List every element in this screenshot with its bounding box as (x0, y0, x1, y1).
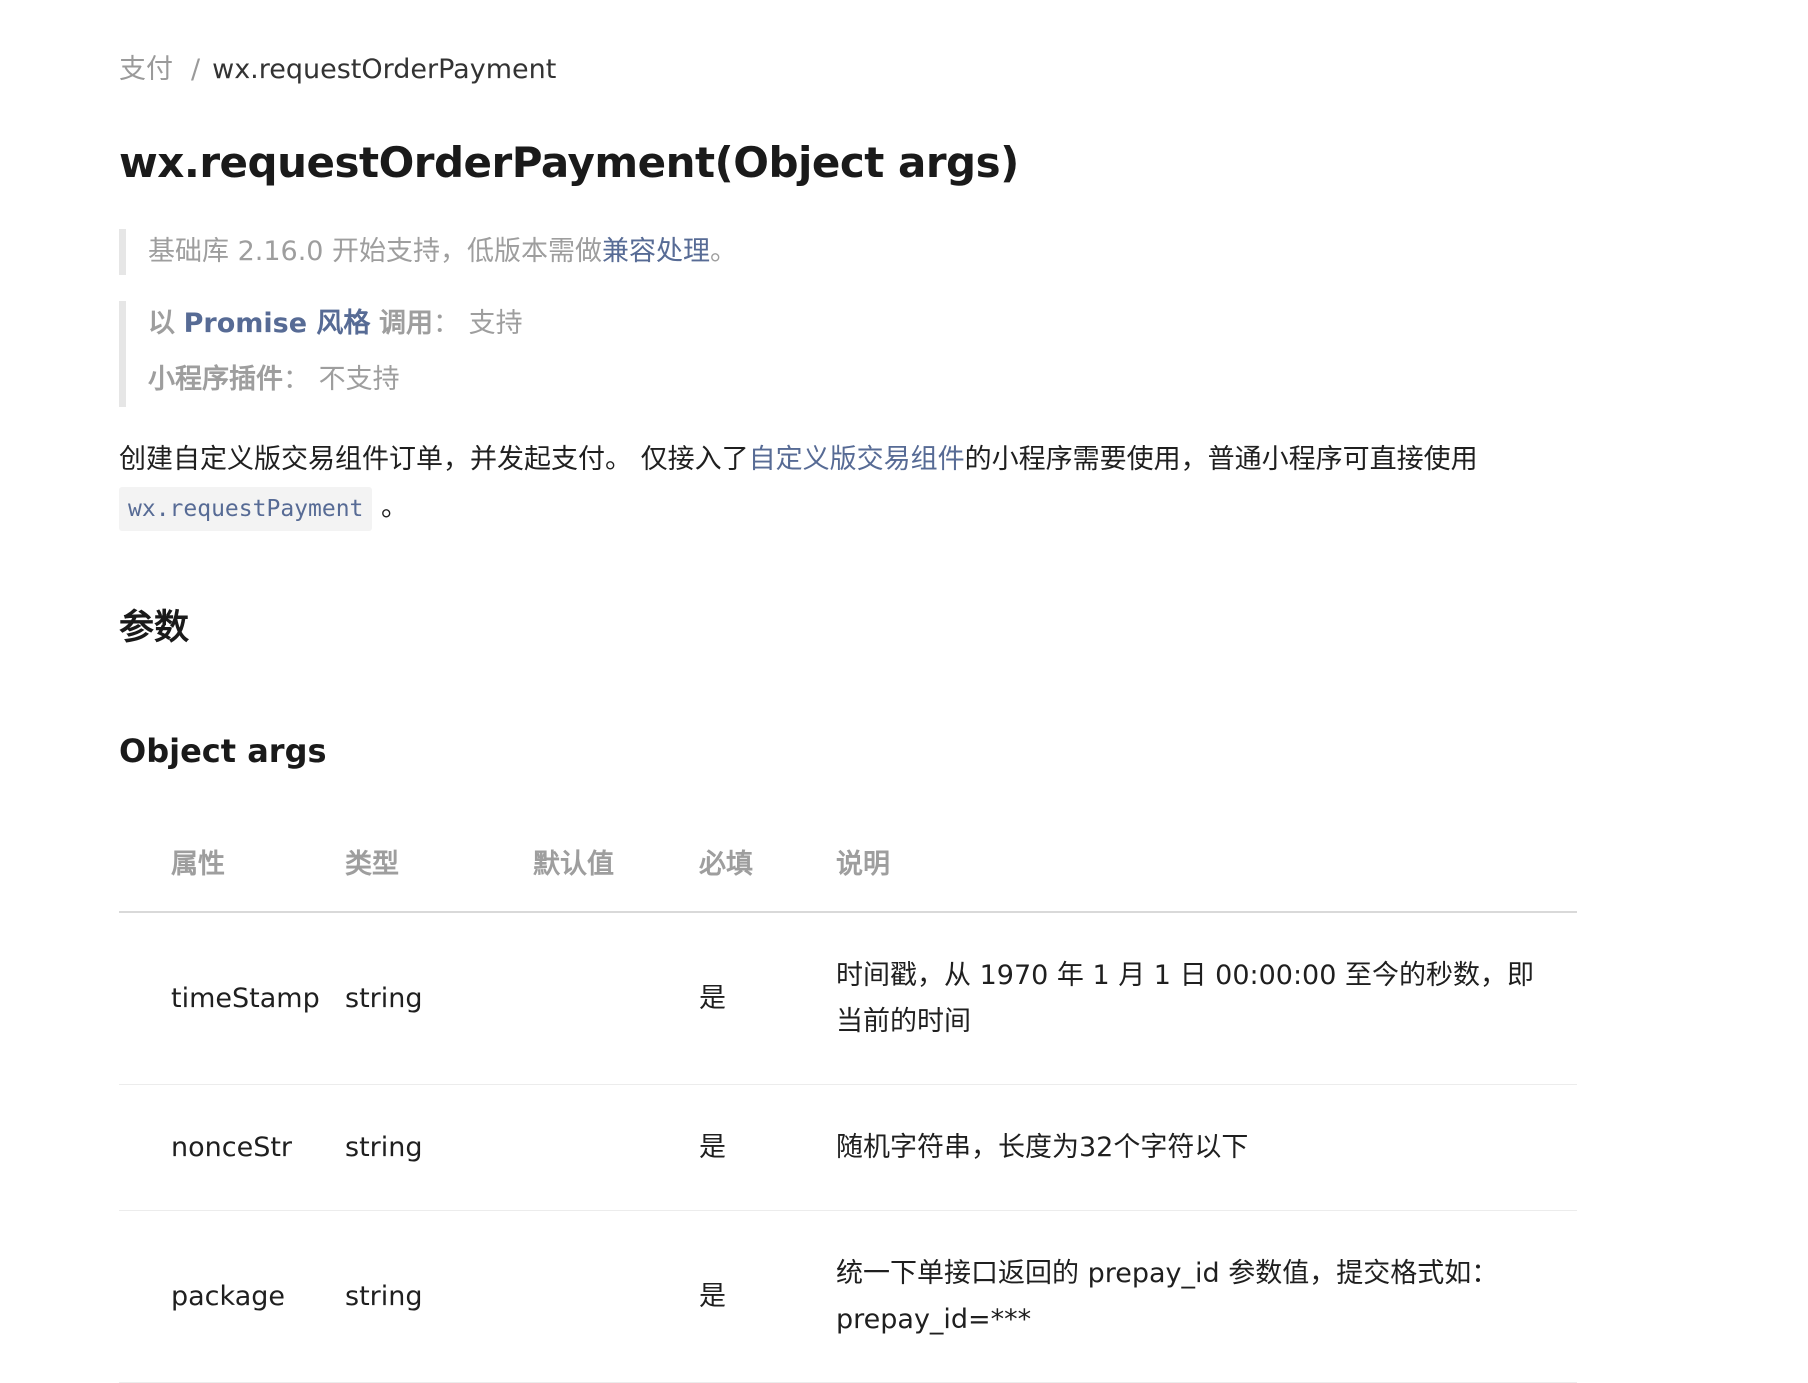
cell-default (533, 1210, 699, 1383)
header-required: 必填 (699, 812, 836, 913)
breadcrumb: 支付 / wx.requestOrderPayment (119, 50, 556, 90)
breadcrumb-link-payment[interactable]: 支付 (119, 54, 173, 85)
promise-support-line: 以 Promise 风格 调用： 支持 (148, 301, 523, 357)
page-title: wx.requestOrderPayment(Object args) (119, 138, 1019, 187)
promise-prefix: 以 (148, 308, 175, 339)
description-end: 。 (372, 492, 408, 523)
cell-required: 是 (699, 1210, 836, 1383)
header-description: 说明 (836, 812, 1577, 913)
promise-colon: ： (433, 308, 461, 339)
cell-default (533, 912, 699, 1085)
cell-required: 是 (699, 1084, 836, 1211)
cell-name: timeStamp (119, 912, 345, 1085)
cell-type: string (345, 912, 533, 1085)
support-note-suffix: 。 (710, 236, 738, 267)
cell-type: string (345, 1084, 533, 1211)
description-text: 创建自定义版交易组件订单，并发起支付。 仅接入了 (119, 444, 749, 475)
api-description: 创建自定义版交易组件订单，并发起支付。 仅接入了自定义版交易组件的小程序需要使用… (119, 437, 1579, 531)
api-support-notes: 以 Promise 风格 调用： 支持 小程序插件： 不支持 (119, 301, 523, 407)
section-heading-params: 参数 (119, 608, 190, 648)
compat-link[interactable]: 兼容处理 (602, 236, 710, 267)
table-header-row: 属性 类型 默认值 必填 说明 (119, 812, 1577, 913)
params-table: 属性 类型 默认值 必填 说明 timeStamp string 是 时间戳，从… (119, 812, 1577, 1383)
support-note-text: 基础库 2.16.0 开始支持，低版本需做 (148, 236, 603, 267)
support-note: 基础库 2.16.0 开始支持，低版本需做兼容处理。 (119, 229, 737, 275)
promise-value: 支持 (468, 308, 523, 339)
cell-default (533, 1084, 699, 1211)
cell-name: nonceStr (119, 1084, 345, 1211)
plugin-colon: ： (283, 364, 310, 395)
cell-description: 时间戳，从 1970 年 1 月 1 日 00:00:00 至今的秒数，即当前的… (836, 912, 1577, 1085)
description-text-2: 的小程序需要使用，普通小程序可直接使用 (964, 444, 1478, 475)
table-row: package string 是 统一下单接口返回的 prepay_id 参数值… (119, 1210, 1577, 1383)
promise-label: 调用 (379, 308, 434, 339)
cell-name: package (119, 1210, 345, 1383)
plugin-value: 不支持 (318, 364, 400, 395)
promise-style-link[interactable]: Promise 风格 (184, 308, 371, 339)
custom-trade-component-link[interactable]: 自定义版交易组件 (749, 444, 965, 475)
cell-type: string (345, 1210, 533, 1383)
breadcrumb-current: wx.requestOrderPayment (212, 54, 557, 85)
breadcrumb-separator: / (191, 54, 201, 85)
subsection-heading-object-args: Object args (119, 732, 327, 770)
header-type: 类型 (345, 812, 533, 913)
table-row: nonceStr string 是 随机字符串，长度为32个字符以下 (119, 1084, 1577, 1211)
table-row: timeStamp string 是 时间戳，从 1970 年 1 月 1 日 … (119, 912, 1577, 1085)
plugin-label: 小程序插件 (148, 364, 283, 395)
plugin-support-line: 小程序插件： 不支持 (148, 357, 523, 413)
cell-description: 随机字符串，长度为32个字符以下 (836, 1084, 1577, 1211)
cell-required: 是 (699, 912, 836, 1085)
request-payment-code: wx.requestPayment (119, 487, 373, 531)
header-attribute: 属性 (119, 812, 345, 913)
cell-description: 统一下单接口返回的 prepay_id 参数值，提交格式如：prepay_id=… (836, 1210, 1577, 1383)
header-default: 默认值 (533, 812, 699, 913)
